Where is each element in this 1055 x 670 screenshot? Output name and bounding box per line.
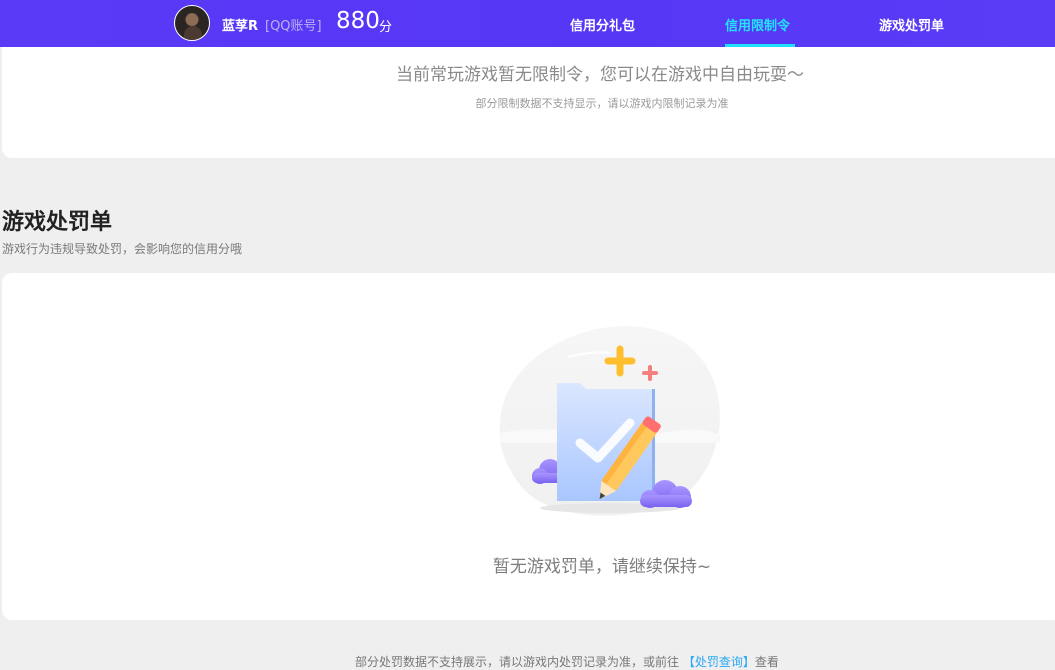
tab-game-penalty[interactable]: 游戏处罚单	[879, 15, 944, 34]
footer-note: 部分处罚数据不支持展示，请以游戏内处罚记录为准，或前往 【处罚查询】查看	[355, 653, 779, 670]
tab-credit-limit[interactable]: 信用限制令	[725, 15, 790, 34]
section-title: 游戏处罚单	[2, 210, 113, 235]
footer-text-after: 查看	[754, 655, 779, 669]
limit-status-message: 当前常玩游戏暂无限制令，您可以在游戏中自由玩耍～	[396, 65, 804, 85]
avatar[interactable]	[174, 5, 210, 41]
tab-credit-gift[interactable]: 信用分礼包	[570, 15, 635, 34]
credit-score: 880	[336, 8, 380, 34]
user-nickname: 蓝莩R	[222, 19, 259, 34]
top-header-bar: 蓝莩R [QQ账号] 880 分 信用分礼包 信用限制令 游戏处罚单	[0, 0, 1055, 47]
limit-note: 部分限制数据不支持显示，请以游戏内限制记录为准	[475, 97, 729, 110]
credit-score-unit: 分	[379, 20, 393, 35]
account-type-label: [QQ账号]	[265, 19, 322, 34]
section-subtitle: 游戏行为违规导致处罚，会影响您的信用分哦	[2, 242, 243, 256]
footer-text: 部分处罚数据不支持展示，请以游戏内处罚记录为准，或前往	[355, 655, 680, 669]
empty-state-message: 暂无游戏罚单，请继续保持~	[492, 557, 712, 577]
document-check-pencil-icon	[499, 326, 720, 516]
penalty-query-link[interactable]: 【处罚查询】	[683, 655, 755, 669]
